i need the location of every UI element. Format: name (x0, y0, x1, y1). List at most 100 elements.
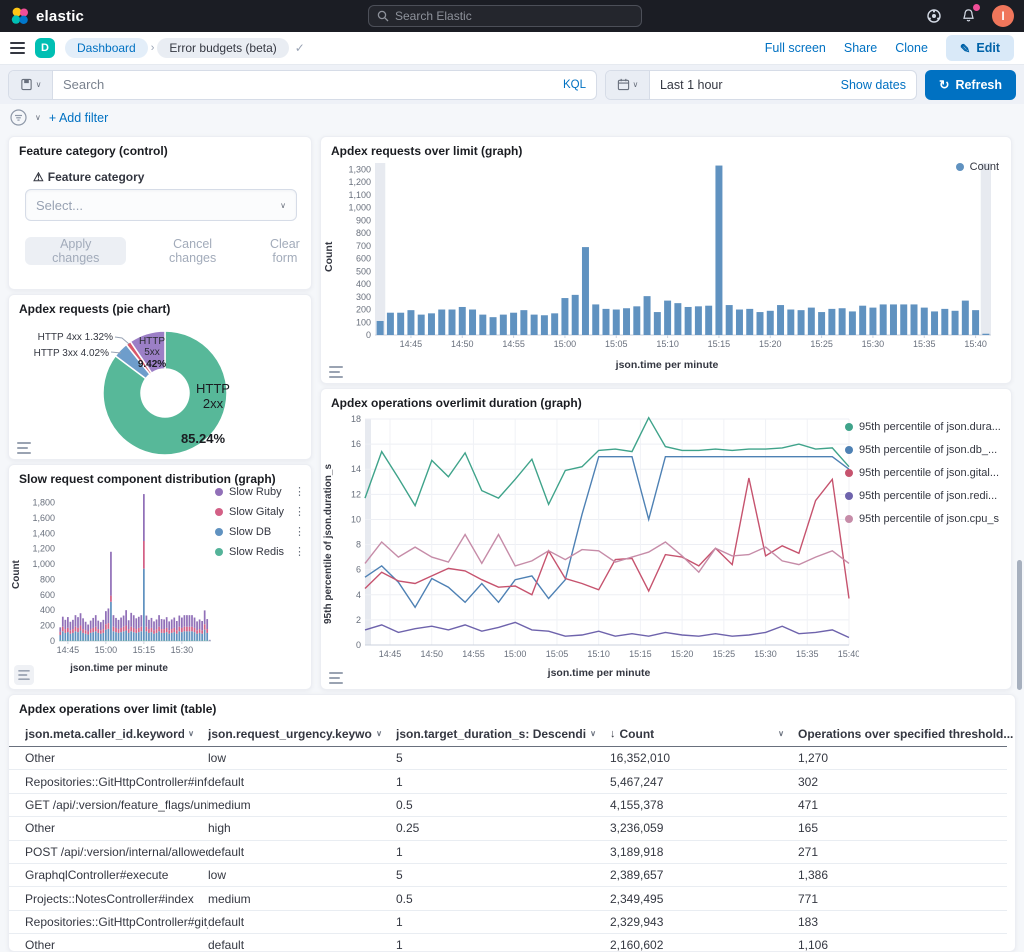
panel-options-icon[interactable] (329, 672, 343, 684)
table-row[interactable]: Repositories::GitHttpController#info_ref… (9, 770, 1007, 793)
table-cell: 3,189,918 (610, 845, 798, 859)
legend-item[interactable]: 95th percentile of json.redi... (845, 490, 1003, 502)
table-row[interactable]: Otherhigh0.253,236,059165 (9, 817, 1007, 840)
pie-chart[interactable]: HTTP 4xx 1.32% HTTP 3xx 4.02% HTTP 5xx 9… (13, 313, 309, 457)
bar-segment (156, 633, 158, 641)
time-range-value[interactable]: Last 1 hour (650, 71, 841, 99)
panel-title: Feature category (control) (19, 144, 168, 158)
bar-segment (125, 610, 127, 625)
space-badge[interactable]: D (35, 38, 55, 58)
bar-segment (189, 627, 191, 632)
settings-icon[interactable] (924, 6, 944, 26)
svg-text:14:50: 14:50 (420, 649, 443, 659)
bar-segment (206, 633, 208, 641)
legend-item[interactable]: 95th percentile of json.gital... (845, 467, 1003, 479)
column-header[interactable]: Operations over specified threshold...∨ (798, 727, 1016, 741)
menu-icon[interactable] (10, 42, 25, 54)
chevron-down-icon[interactable]: ∨ (184, 729, 194, 738)
bar-segment (143, 541, 145, 569)
saved-query-menu-button[interactable]: ∨ (9, 71, 53, 99)
chevron-down-icon[interactable]: ∨ (774, 729, 784, 738)
panel-options-icon[interactable] (14, 665, 34, 685)
table-cell: 1 (396, 938, 610, 952)
legend-menu-icon[interactable]: ⋮ (294, 525, 305, 538)
stacked-bar-chart[interactable]: 02004006008001,0001,2001,4001,6001,80014… (23, 485, 215, 657)
column-header[interactable]: ↓Count∨ (610, 727, 798, 741)
bar-segment (189, 615, 191, 627)
chevron-down-icon[interactable]: ∨ (372, 729, 382, 738)
search-input[interactable]: Search (53, 71, 563, 99)
legend-item[interactable]: Slow Gitaly⋮ (215, 505, 305, 518)
notifications-icon[interactable] (958, 6, 978, 26)
line-chart[interactable]: 02468101214161814:4514:5014:5515:0015:05… (339, 411, 859, 663)
elastic-logo[interactable]: elastic (10, 6, 84, 26)
legend-menu-icon[interactable]: ⋮ (294, 485, 305, 498)
time-picker-menu-button[interactable]: ∨ (606, 71, 650, 99)
filter-menu-icon[interactable] (10, 109, 27, 126)
table-row[interactable]: POST /api/:version/internal/alloweddefau… (9, 841, 1007, 864)
chevron-down-icon[interactable]: ∨ (1013, 729, 1016, 738)
bar (880, 304, 887, 335)
breadcrumb-separator-icon: › (151, 42, 155, 54)
chevron-down-icon[interactable]: ∨ (586, 729, 596, 738)
table-row[interactable]: Repositories::GitHttpController#git_upl.… (9, 911, 1007, 934)
bar-segment (92, 618, 94, 628)
svg-text:15:20: 15:20 (671, 649, 694, 659)
share-link[interactable]: Share (844, 41, 877, 55)
bar-segment (184, 631, 186, 640)
bar-segment (70, 630, 72, 633)
legend-menu-icon[interactable]: ⋮ (294, 545, 305, 558)
svg-text:800: 800 (40, 574, 55, 584)
bar-segment (168, 630, 170, 633)
refresh-button[interactable]: ↻ Refresh (925, 70, 1016, 100)
cancel-changes-button[interactable]: Cancel changes (152, 237, 232, 265)
breadcrumb-dashboard[interactable]: Dashboard (65, 38, 148, 58)
bar-segment (151, 632, 153, 640)
table-row[interactable]: Projects::NotesController#indexmedium0.5… (9, 887, 1007, 910)
column-header[interactable]: json.request_urgency.keyword: Des...∨ (208, 727, 396, 741)
kql-button[interactable]: KQL (563, 79, 596, 91)
y-axis-title: 95th percentile of json.duration_s (323, 439, 334, 649)
add-filter-link[interactable]: + Add filter (49, 111, 108, 125)
clear-form-button[interactable]: Clear form (259, 237, 311, 265)
table-row[interactable]: Otherlow516,352,0101,270 (9, 747, 1007, 770)
user-avatar[interactable]: I (992, 5, 1014, 27)
panel-options-icon[interactable] (329, 366, 343, 378)
bar (982, 334, 989, 335)
bar-segment (125, 631, 127, 641)
bar-segment (120, 632, 122, 640)
svg-text:0: 0 (356, 640, 361, 650)
bar-segment (161, 633, 163, 641)
legend-item[interactable]: Slow DB⋮ (215, 525, 305, 538)
clone-link[interactable]: Clone (895, 41, 928, 55)
legend-item[interactable]: 95th percentile of json.cpu_s (845, 513, 1003, 525)
show-dates-link[interactable]: Show dates (841, 78, 916, 92)
table-row[interactable]: GET /api/:version/feature_flags/unleash.… (9, 794, 1007, 817)
panel-apdex-operations-table: Apdex operations over limit (table) json… (8, 694, 1016, 952)
table-row[interactable]: Otherdefault12,160,6021,106 (9, 934, 1007, 952)
legend-item[interactable]: Slow Redis⋮ (215, 545, 305, 558)
apply-changes-button[interactable]: Apply changes (25, 237, 126, 265)
column-header[interactable]: json.target_duration_s: Descending∨ (396, 727, 610, 741)
chart-legend: Count (956, 161, 999, 173)
chevron-down-icon[interactable]: ∨ (35, 113, 41, 122)
panel-options-icon[interactable] (17, 442, 31, 454)
legend-item[interactable]: 95th percentile of json.db_... (845, 444, 1003, 456)
global-search-input[interactable]: Search Elastic (368, 5, 642, 27)
full-screen-link[interactable]: Full screen (765, 41, 826, 55)
bar-chart[interactable]: 01002003004005006007008009001,0001,1001,… (337, 157, 997, 353)
bar-segment (123, 627, 125, 632)
column-header[interactable]: json.meta.caller_id.keyword: Desce...∨ (9, 727, 208, 741)
legend-menu-icon[interactable]: ⋮ (294, 505, 305, 518)
legend-item[interactable]: Slow Ruby⋮ (215, 485, 305, 498)
table-row[interactable]: GraphqlController#executelow52,389,6571,… (9, 864, 1007, 887)
svg-text:15:40: 15:40 (964, 339, 987, 349)
breadcrumb-check-icon[interactable]: ✓ (295, 41, 305, 55)
bar-segment (156, 629, 158, 633)
feature-category-select[interactable]: Select... ∨ (25, 189, 297, 221)
page-scrollbar[interactable] (1017, 560, 1022, 690)
edit-button[interactable]: ✎ Edit (946, 35, 1014, 61)
legend-item[interactable]: 95th percentile of json.dura... (845, 421, 1003, 433)
bar (479, 315, 486, 335)
legend-item[interactable]: Count (956, 161, 999, 173)
